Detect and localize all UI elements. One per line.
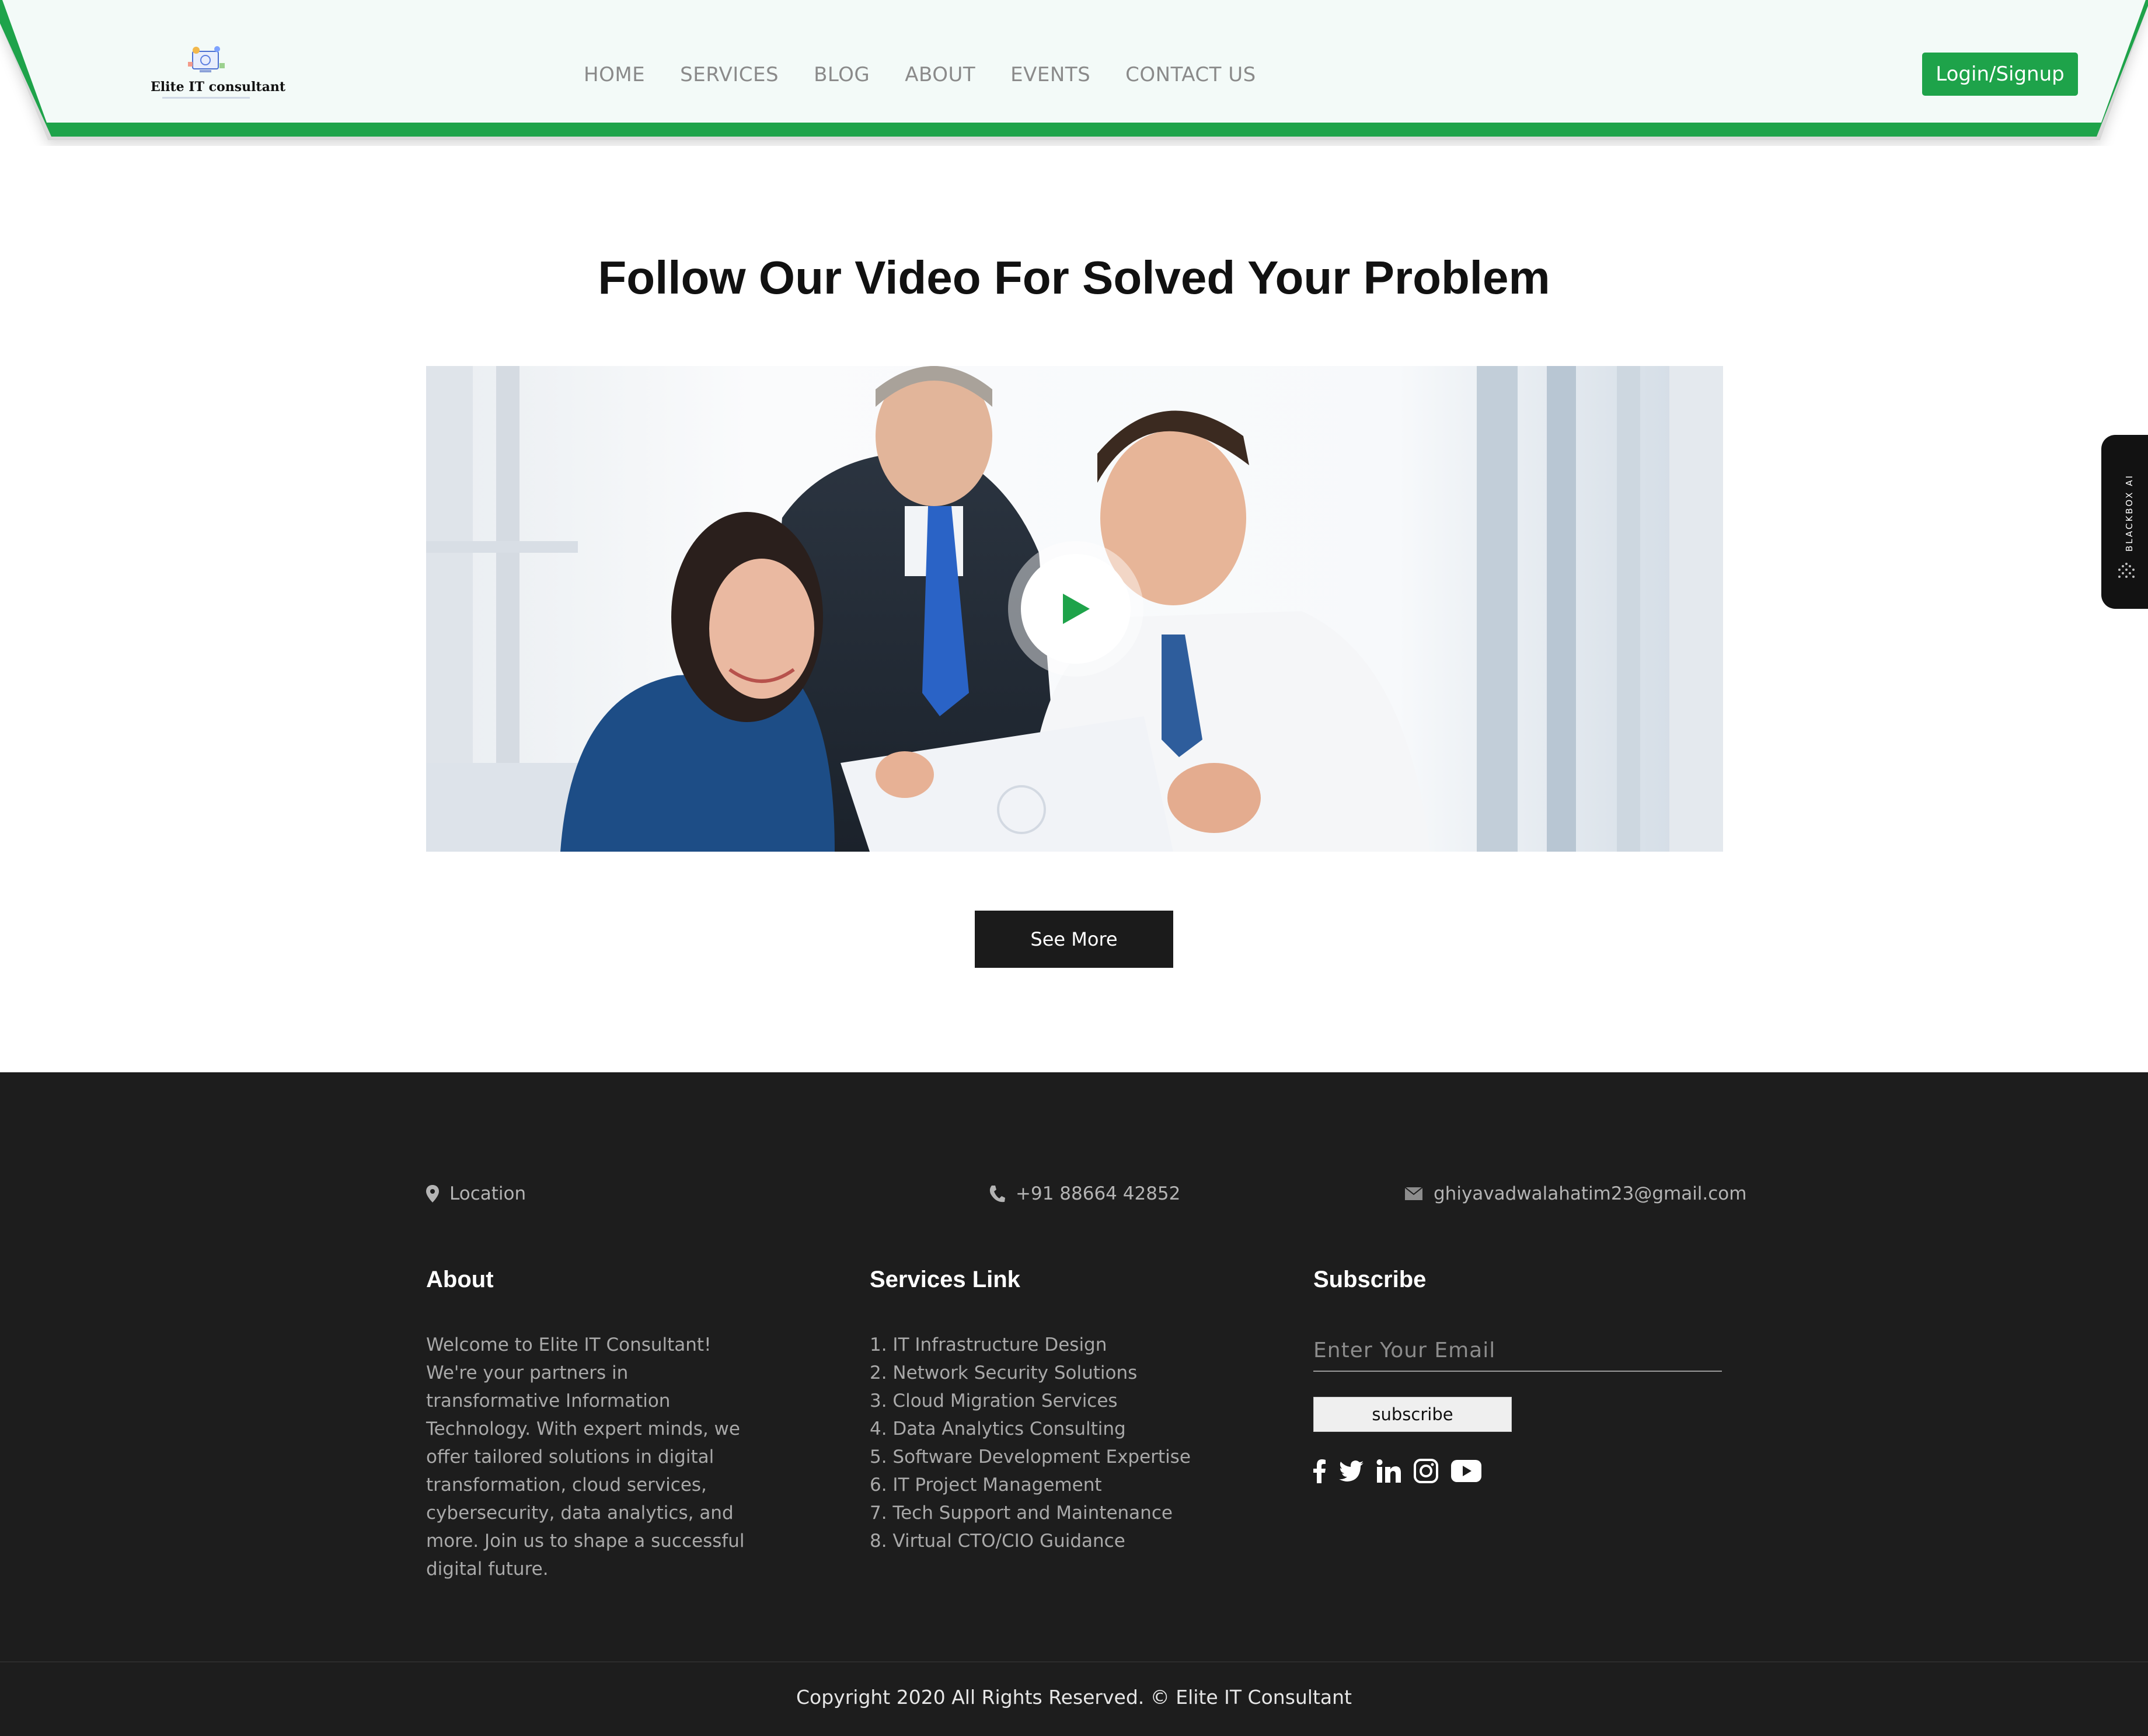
phone-icon [989,1186,1005,1202]
site-header: Elite IT consultant HOME SERVICES BLOG A… [0,0,2148,146]
logo[interactable]: Elite IT consultant [151,44,285,103]
mail-icon [1404,1187,1423,1200]
contact-email[interactable]: ghiyavadwalahatim23@gmail.com [1404,1182,1746,1205]
contact-location[interactable]: Location [426,1182,526,1205]
service-link[interactable]: 8. Virtual CTO/CIO Guidance [870,1527,1191,1555]
email-text: ghiyavadwalahatim23@gmail.com [1434,1183,1747,1204]
service-link[interactable]: 3. Cloud Migration Services [870,1387,1191,1415]
phone-text: +91 88664 42852 [1016,1183,1181,1204]
main-nav: HOME SERVICES BLOG ABOUT EVENTS CONTACT … [584,58,1291,91]
login-signup-button[interactable]: Login/Signup [1922,53,2078,96]
nav-events[interactable]: EVENTS [1010,63,1090,86]
social-links [1313,1456,1494,1486]
nav-about[interactable]: ABOUT [905,63,975,86]
video-thumbnail[interactable] [426,366,1723,852]
copyright-text: Copyright 2020 All Rights Reserved. © El… [796,1686,1352,1709]
see-more-button[interactable]: See More [975,911,1173,968]
widget-label: BLACKBOX AI [2124,474,2135,552]
nav-home[interactable]: HOME [584,63,645,86]
instagram-icon[interactable] [1414,1459,1438,1483]
service-link[interactable]: 6. IT Project Management [870,1471,1191,1499]
play-button-inner [1021,554,1131,664]
location-text: Location [449,1183,526,1204]
linkedin-icon[interactable] [1376,1459,1401,1483]
service-link[interactable]: 2. Network Security Solutions [870,1359,1191,1387]
contact-phone[interactable]: +91 88664 42852 [989,1182,1180,1205]
about-title: About [426,1267,494,1292]
service-link[interactable]: 4. Data Analytics Consulting [870,1415,1191,1443]
nav-services[interactable]: SERVICES [680,63,779,86]
logo-text: Elite IT consultant [151,79,285,95]
nav-contact-us[interactable]: CONTACT US [1125,63,1256,86]
service-link[interactable]: 7. Tech Support and Maintenance [870,1499,1191,1527]
blackbox-ai-widget[interactable]: BLACKBOX AI [2101,435,2148,609]
section-title: Follow Our Video For Solved Your Problem [598,252,1550,304]
subscribe-title: Subscribe [1313,1267,1427,1292]
facebook-icon[interactable] [1313,1459,1326,1483]
subscribe-button[interactable]: subscribe [1313,1397,1512,1432]
logo-tagline [162,97,250,99]
nav-blog[interactable]: BLOG [814,63,870,86]
play-icon [1063,594,1090,624]
services-list: 1. IT Infrastructure Design 2. Network S… [870,1331,1191,1555]
about-text: Welcome to Elite IT Consultant! We're yo… [426,1334,745,1580]
dots-icon [2118,563,2135,578]
logo-icon [184,44,228,78]
subscribe-email-input[interactable] [1313,1330,1722,1372]
footer-divider [0,1661,2148,1662]
play-button[interactable] [1008,541,1143,677]
service-link[interactable]: 1. IT Infrastructure Design [870,1331,1191,1359]
service-link[interactable]: 5. Software Development Expertise [870,1443,1191,1471]
services-title: Services Link [870,1267,1020,1292]
youtube-icon[interactable] [1451,1460,1481,1482]
twitter-icon[interactable] [1339,1460,1364,1481]
location-pin-icon [426,1185,439,1202]
